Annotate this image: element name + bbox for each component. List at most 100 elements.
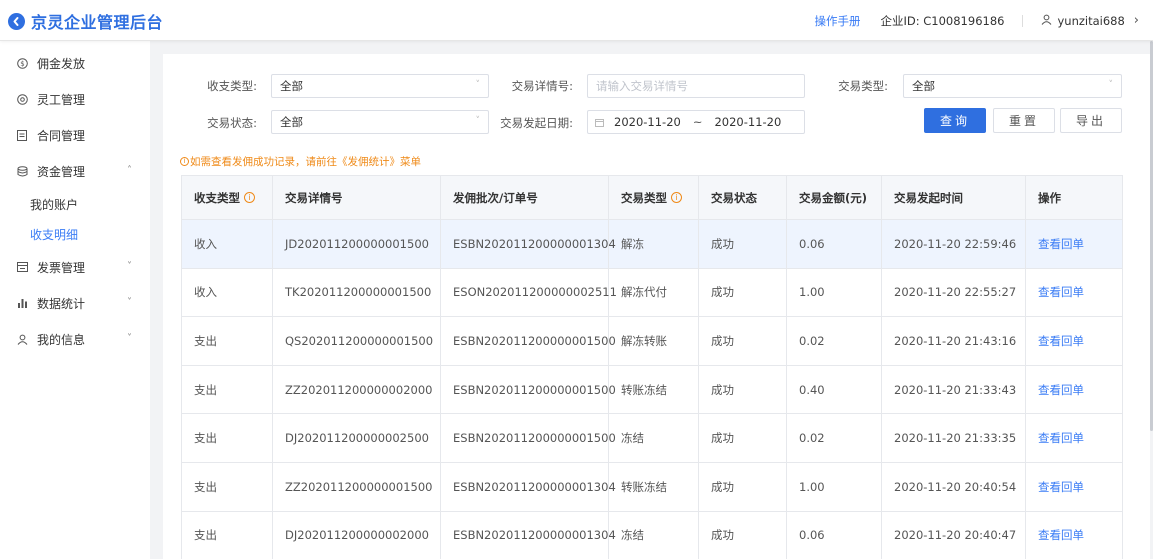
cell-status: 成功 xyxy=(698,316,787,366)
view-receipt-link[interactable]: 查看回单 xyxy=(1025,267,1123,318)
date-end[interactable]: 2020-11-20 xyxy=(714,115,781,129)
date-label: 交易发起日期: xyxy=(500,116,573,130)
detail-no-input[interactable]: 请输入交易详情号 xyxy=(587,74,805,98)
cell-amount: 1.00 xyxy=(786,461,882,512)
cell-tx-type: 解冻 xyxy=(608,219,699,269)
col-amount: 交易金额(元) xyxy=(786,175,882,220)
sidebar-item-funds[interactable]: 资金管理 ˄ xyxy=(0,153,150,189)
cell-status: 成功 xyxy=(698,364,787,415)
dollar-circle-icon: $ xyxy=(16,57,28,69)
cell-tx-type: 解冻代付 xyxy=(608,267,699,318)
sidebar-item-label: 灵工管理 xyxy=(37,92,86,107)
sidebar-subitem-my-account[interactable]: 我的账户 xyxy=(0,189,150,219)
tx-type-select[interactable]: 全部 ˅ xyxy=(903,74,1122,98)
table-row[interactable]: 支出 DJ202011200000002500 ESBN20201120000000… xyxy=(181,413,1123,463)
cell-income-type: 支出 xyxy=(181,316,273,366)
cell-time: 2020-11-20 20:40:47 xyxy=(881,510,1026,559)
col-tx-type[interactable]: 交易类型 i xyxy=(608,175,699,220)
cell-status: 成功 xyxy=(698,267,787,318)
cell-batch-no: ESBN202011200000001500 xyxy=(440,316,616,366)
table-row[interactable]: 收入 TK202011200000001500 ESON20201120000000… xyxy=(181,267,1123,318)
sidebar-item-contracts[interactable]: 合同管理 xyxy=(0,117,150,153)
col-income-type[interactable]: 收支类型 i xyxy=(181,175,273,220)
tx-status-value: 全部 xyxy=(280,115,303,129)
chevron-down-icon: ˅ xyxy=(127,261,132,272)
detail-no-label: 交易详情号: xyxy=(511,79,573,93)
cell-income-type: 支出 xyxy=(181,461,273,512)
invoice-icon xyxy=(16,261,28,273)
income-type-value: 全部 xyxy=(280,79,303,93)
cell-detail-no: QS202011200000001500 xyxy=(272,316,441,366)
sidebar-item-invoices[interactable]: 发票管理 ˅ xyxy=(0,249,150,285)
date-start[interactable]: 2020-11-20 xyxy=(614,115,681,129)
tx-type-value: 全部 xyxy=(912,79,935,93)
income-type-select[interactable]: 全部 ˅ xyxy=(271,74,489,98)
cell-time: 2020-11-20 21:43:16 xyxy=(881,316,1026,366)
cell-amount: 0.06 xyxy=(786,219,882,269)
col-status: 交易状态 xyxy=(698,175,787,220)
username: yunzitai688 xyxy=(1057,13,1125,28)
cell-income-type: 收入 xyxy=(181,219,273,269)
table-row[interactable]: 支出 QS202011200000001500 ESBN20201120000000… xyxy=(181,316,1123,366)
notice-text: 如需查看发佣成功记录，请前往《发佣统计》菜单 xyxy=(190,156,421,168)
date-range-picker[interactable]: 2020-11-20 ~ 2020-11-20 xyxy=(587,110,805,134)
sidebar-subitem-transactions[interactable]: 收支明细 xyxy=(0,219,150,249)
sidebar-item-commission[interactable]: $ 佣金发放 xyxy=(0,45,150,81)
cell-amount: 0.02 xyxy=(786,413,882,463)
logo[interactable]: 京灵企业管理后台 xyxy=(8,9,163,33)
table-row[interactable]: 支出 DJ202011200000002000 ESBN20201120000000… xyxy=(181,510,1123,559)
table-row[interactable]: 收入 JD202011200000001500 ESBN20201120000000… xyxy=(181,219,1123,269)
cell-status: 成功 xyxy=(698,219,787,269)
notice-banner: i 如需查看发佣成功记录，请前往《发佣统计》菜单 xyxy=(180,154,421,169)
view-receipt-link[interactable]: 查看回单 xyxy=(1025,316,1123,366)
sidebar-item-workers[interactable]: 灵工管理 xyxy=(0,81,150,117)
view-receipt-link[interactable]: 查看回单 xyxy=(1025,510,1123,559)
chevron-down-icon: ˅ xyxy=(1108,80,1114,90)
manual-link[interactable]: 操作手册 xyxy=(814,13,860,29)
view-receipt-link[interactable]: 查看回单 xyxy=(1025,461,1123,512)
cell-time: 2020-11-20 22:59:46 xyxy=(881,219,1026,269)
sidebar-item-label: 我的信息 xyxy=(37,332,86,347)
chevron-right-icon: › xyxy=(1133,13,1139,28)
tx-status-select[interactable]: 全部 ˅ xyxy=(271,110,489,134)
view-receipt-link[interactable]: 查看回单 xyxy=(1025,413,1123,463)
table-row[interactable]: 支出 ZZ202011200000001500 ESBN20201120000000… xyxy=(181,461,1123,512)
info-icon[interactable]: i xyxy=(244,192,255,203)
user-icon xyxy=(16,333,28,345)
cell-income-type: 支出 xyxy=(181,510,273,559)
info-icon[interactable]: i xyxy=(671,192,682,203)
sidebar-item-my-info[interactable]: 我的信息 ˅ xyxy=(0,321,150,357)
user-menu[interactable]: yunzitai688 › xyxy=(1041,13,1139,28)
sidebar-item-label: 佣金发放 xyxy=(37,56,86,71)
cell-detail-no: JD202011200000001500 xyxy=(272,219,441,269)
reset-button[interactable]: 重置 xyxy=(993,108,1055,133)
table-row[interactable]: 支出 ZZ202011200000002000 ESBN20201120000000… xyxy=(181,364,1123,415)
export-button[interactable]: 导出 xyxy=(1060,108,1122,133)
cell-batch-no: ESBN202011200000001304 xyxy=(440,510,616,559)
col-action: 操作 xyxy=(1025,175,1123,220)
document-icon xyxy=(16,129,28,141)
cell-income-type: 支出 xyxy=(181,364,273,415)
calendar-icon xyxy=(595,118,604,127)
cell-batch-no: ESBN202011200000001304 xyxy=(440,461,616,512)
view-receipt-link[interactable]: 查看回单 xyxy=(1025,364,1123,415)
col-batch-no: 发佣批次/订单号 xyxy=(440,175,609,220)
cell-detail-no: ZZ202011200000001500 xyxy=(272,461,441,512)
view-receipt-link[interactable]: 查看回单 xyxy=(1025,219,1123,269)
database-icon xyxy=(16,165,28,177)
tx-status-label: 交易状态: xyxy=(207,116,257,130)
chevron-down-icon: ˅ xyxy=(475,116,481,126)
cell-amount: 0.02 xyxy=(786,316,882,366)
cell-time: 2020-11-20 21:33:35 xyxy=(881,413,1026,463)
query-button[interactable]: 查询 xyxy=(924,108,986,133)
date-separator: ~ xyxy=(692,115,703,129)
cell-tx-type: 转账冻结 xyxy=(608,364,699,415)
cell-time: 2020-11-20 22:55:27 xyxy=(881,267,1026,318)
bar-chart-icon xyxy=(16,297,28,309)
col-detail-no: 交易详情号 xyxy=(272,175,441,220)
svg-text:$: $ xyxy=(20,60,24,68)
cell-status: 成功 xyxy=(698,510,787,559)
sidebar-item-statistics[interactable]: 数据统计 ˅ xyxy=(0,285,150,321)
chevron-down-icon: ˅ xyxy=(127,297,132,308)
logo-icon xyxy=(8,12,25,30)
